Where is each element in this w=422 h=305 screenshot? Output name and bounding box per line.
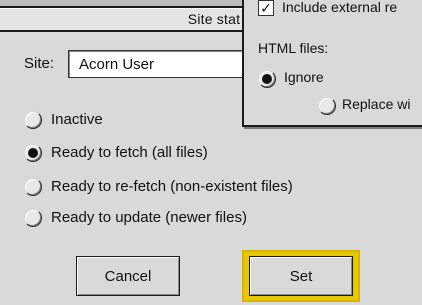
- cancel-button[interactable]: Cancel: [76, 256, 180, 296]
- include-external-checkbox[interactable]: ✓: [258, 0, 274, 16]
- radio-ready-to-fetch-label[interactable]: Ready to fetch (all files): [51, 144, 208, 161]
- set-button[interactable]: Set: [249, 256, 353, 296]
- radio-inactive-label[interactable]: Inactive: [51, 111, 103, 128]
- radio-ready-to-refetch[interactable]: [24, 178, 42, 196]
- include-external-label[interactable]: Include external re: [282, 0, 397, 15]
- radio-ignore[interactable]: [258, 70, 276, 88]
- radio-ignore-label[interactable]: Ignore: [284, 69, 324, 85]
- site-field-value: Acorn User: [79, 56, 155, 73]
- radio-ready-to-update[interactable]: [24, 209, 42, 227]
- desktop: Site stat Site: Acorn User Inactive Read…: [0, 0, 422, 305]
- radio-ready-to-refetch-label[interactable]: Ready to re-fetch (non-existent files): [51, 178, 293, 195]
- radio-ready-to-fetch[interactable]: [24, 144, 42, 162]
- fetch-options-window: ✓ Include external re HTML files: Ignore…: [242, 0, 422, 127]
- radio-inactive[interactable]: [24, 111, 42, 129]
- html-files-label: HTML files:: [258, 40, 329, 56]
- radio-ready-to-update-label[interactable]: Ready to update (newer files): [51, 209, 247, 226]
- radio-replace-label[interactable]: Replace wi: [342, 96, 410, 112]
- radio-replace[interactable]: [318, 97, 336, 115]
- default-button-highlight: Set: [242, 250, 360, 302]
- site-label: Site:: [24, 55, 55, 72]
